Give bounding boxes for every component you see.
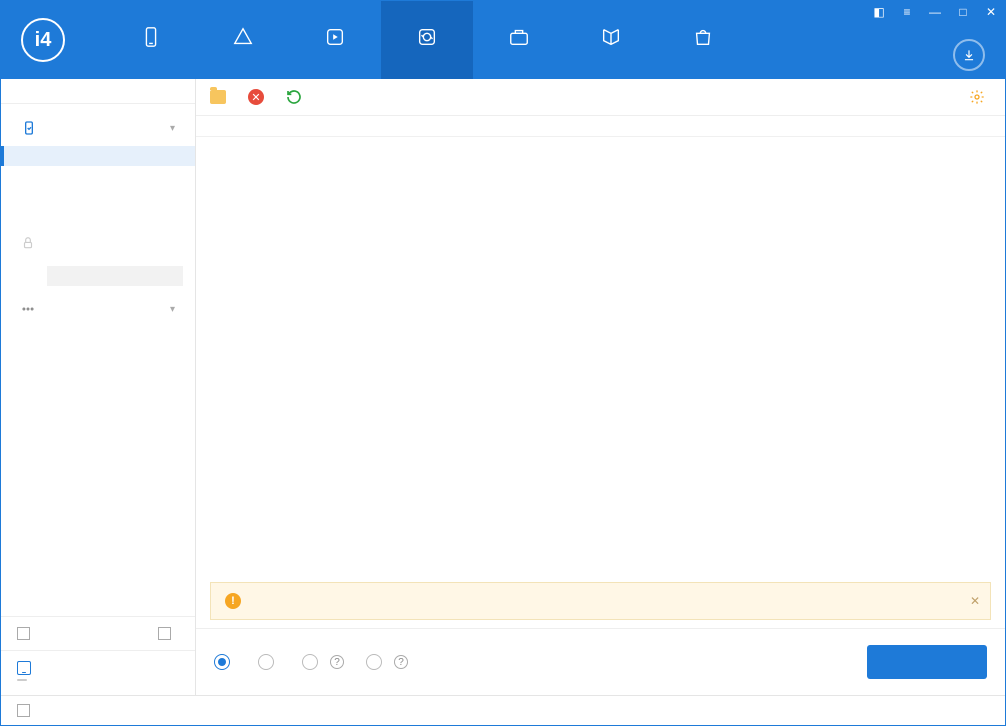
gear-icon — [969, 89, 985, 105]
more-icon — [21, 302, 35, 316]
footer — [1, 695, 1005, 725]
radio[interactable] — [302, 654, 318, 670]
skip-guide-checkbox[interactable] — [158, 627, 171, 640]
appleid-notice: ! ✕ — [210, 582, 991, 620]
flash-options-bar: ? ? — [196, 628, 1005, 695]
opt-keep-data[interactable] — [214, 654, 236, 670]
opt-repair[interactable]: ? — [366, 654, 408, 670]
folder-icon — [210, 90, 226, 104]
flash-settings-button[interactable] — [969, 89, 991, 105]
nav-my-device[interactable] — [105, 1, 197, 79]
sidebar-itunes-flash[interactable] — [1, 166, 195, 186]
top-nav — [105, 1, 749, 79]
logo-icon: i4 — [21, 18, 65, 62]
refresh-icon — [286, 89, 302, 105]
nav-flash[interactable] — [381, 1, 473, 79]
sidebar-more[interactable]: ▾ — [1, 292, 195, 326]
auto-activate-row — [1, 617, 195, 650]
help-icon[interactable]: ? — [394, 655, 408, 669]
delete-icon: ✕ — [248, 89, 264, 105]
lock-icon — [21, 236, 35, 250]
sidebar-pro-flash[interactable] — [1, 186, 195, 206]
sidebar-batch-flash[interactable] — [1, 206, 195, 226]
nav-tutorials[interactable] — [565, 1, 657, 79]
sidebar-oneclick-flash[interactable] — [1, 146, 195, 166]
warning-icon: ! — [225, 593, 241, 609]
toolbar: ✕ — [196, 79, 1005, 116]
radio[interactable] — [366, 654, 382, 670]
minimize-button[interactable]: — — [921, 1, 949, 23]
table-header — [196, 116, 1005, 137]
nav-apps[interactable] — [197, 1, 289, 79]
notice-close-button[interactable]: ✕ — [970, 594, 980, 608]
opt-quick[interactable] — [258, 654, 280, 670]
device-capacity — [17, 679, 27, 681]
nav-toolbox[interactable] — [473, 1, 565, 79]
sidebar-advanced[interactable] — [1, 366, 195, 386]
chevron-down-icon: ▾ — [170, 123, 175, 134]
skin-button[interactable]: ◧ — [865, 1, 893, 23]
app-header: i4 ◧ ≡ — □ ✕ — [1, 1, 1005, 79]
window-controls: ◧ ≡ — □ ✕ — [865, 1, 1005, 23]
music-icon — [323, 25, 347, 49]
help-icon[interactable]: ? — [330, 655, 344, 669]
radio[interactable] — [258, 654, 274, 670]
ipad-icon — [17, 661, 31, 675]
device-info[interactable] — [1, 650, 195, 695]
maximize-button[interactable]: □ — [949, 1, 977, 23]
refresh-icon — [21, 120, 37, 136]
main-content: ✕ ! ✕ ? ? — [196, 79, 1005, 695]
open-folder-button[interactable] — [210, 90, 232, 104]
flash-icon — [415, 25, 439, 49]
jailbreak-notice — [47, 266, 183, 286]
sidebar-jailbreak — [1, 226, 195, 260]
menu-button[interactable]: ≡ — [893, 1, 921, 23]
refresh-button[interactable] — [286, 89, 308, 105]
apps-icon — [231, 25, 255, 49]
nav-store[interactable] — [657, 1, 749, 79]
block-itunes-checkbox[interactable] — [17, 704, 30, 717]
device-icon — [139, 25, 163, 49]
connection-status — [1, 79, 195, 104]
sidebar-other-tools[interactable] — [1, 326, 195, 346]
logo: i4 — [1, 18, 95, 62]
sidebar: ▾ ▾ — [1, 79, 196, 695]
sidebar-download-firmware[interactable] — [1, 346, 195, 366]
chevron-down-icon: ▾ — [170, 304, 175, 315]
book-icon — [599, 25, 623, 49]
nav-ringtones[interactable] — [289, 1, 381, 79]
radio[interactable] — [214, 654, 230, 670]
delete-button[interactable]: ✕ — [248, 89, 270, 105]
auto-activate-checkbox[interactable] — [17, 627, 30, 640]
downloads-button[interactable] — [953, 39, 985, 71]
close-button[interactable]: ✕ — [977, 1, 1005, 23]
sidebar-flash[interactable]: ▾ — [1, 110, 195, 146]
store-icon — [691, 25, 715, 49]
flash-now-button[interactable] — [867, 645, 987, 679]
toolbox-icon — [507, 25, 531, 49]
opt-antirecover[interactable]: ? — [302, 654, 344, 670]
